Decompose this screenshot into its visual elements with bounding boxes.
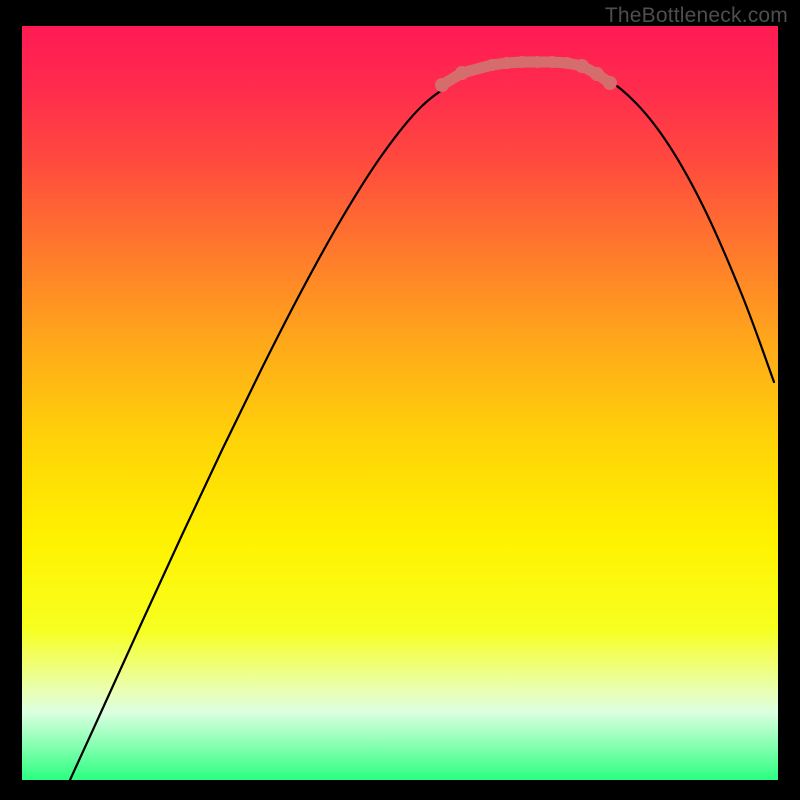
chart-container: TheBottleneck.com bbox=[0, 0, 800, 800]
marker-point bbox=[590, 67, 604, 81]
marker-point bbox=[516, 56, 528, 68]
marker-point bbox=[531, 56, 543, 68]
marker-point bbox=[501, 57, 513, 69]
plot-area bbox=[22, 26, 778, 780]
marker-point bbox=[603, 76, 617, 90]
marker-point bbox=[561, 57, 573, 69]
marker-point bbox=[435, 78, 449, 92]
watermark-label: TheBottleneck.com bbox=[605, 4, 788, 28]
marker-point bbox=[455, 66, 469, 80]
bottleneck-chart-svg bbox=[22, 26, 778, 780]
marker-point bbox=[575, 59, 589, 73]
marker-point bbox=[486, 59, 498, 71]
marker-point bbox=[546, 56, 558, 68]
